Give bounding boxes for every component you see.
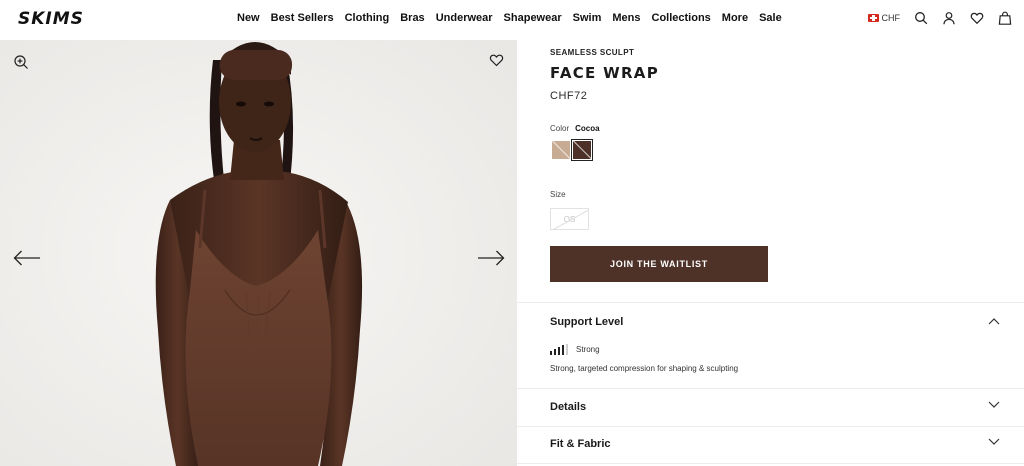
nav-item-new[interactable]: New bbox=[237, 12, 260, 24]
nav-item-clothing[interactable]: Clothing bbox=[345, 12, 390, 24]
join-waitlist-button[interactable]: JOIN THE WAITLIST bbox=[550, 246, 768, 282]
divider bbox=[517, 302, 1024, 303]
divider bbox=[517, 463, 1024, 464]
site-header: SKIMS New Best Sellers Clothing Bras Und… bbox=[0, 0, 1024, 40]
accordion-fit-fabric-title[interactable]: Fit & Fabric bbox=[550, 438, 611, 450]
search-icon[interactable] bbox=[914, 11, 928, 25]
currency-selector[interactable]: CHF bbox=[867, 13, 901, 23]
chevron-down-icon[interactable] bbox=[988, 438, 1000, 446]
product-info-panel: SEAMLESS SCULPT FACE WRAP CHF72 Color Co… bbox=[517, 40, 1024, 466]
main-nav: New Best Sellers Clothing Bras Underwear… bbox=[237, 12, 782, 24]
accordion-support-level-title[interactable]: Support Level bbox=[550, 316, 623, 328]
accordion-details-title[interactable]: Details bbox=[550, 401, 586, 413]
size-option-label: OS bbox=[563, 214, 576, 224]
zoom-in-icon[interactable] bbox=[13, 54, 29, 70]
currency-label: CHF bbox=[881, 13, 901, 23]
arrow-right-icon[interactable] bbox=[477, 250, 505, 266]
nav-item-shapewear[interactable]: Shapewear bbox=[504, 12, 562, 24]
product-image-gallery[interactable] bbox=[0, 40, 517, 466]
chevron-up-icon[interactable] bbox=[988, 317, 1000, 325]
shopping-bag-icon[interactable] bbox=[998, 11, 1012, 25]
nav-item-swim[interactable]: Swim bbox=[573, 12, 602, 24]
color-selector-label: Color Cocoa bbox=[550, 124, 600, 133]
favorite-heart-icon[interactable] bbox=[489, 53, 504, 67]
swiss-flag-icon bbox=[867, 14, 879, 22]
support-level-bars-icon bbox=[550, 344, 568, 355]
product-price: CHF72 bbox=[550, 90, 588, 102]
color-swatch-sand[interactable] bbox=[552, 141, 570, 159]
nav-item-sale[interactable]: Sale bbox=[759, 12, 782, 24]
nav-item-bras[interactable]: Bras bbox=[400, 12, 424, 24]
chevron-down-icon[interactable] bbox=[988, 401, 1000, 409]
product-photo bbox=[0, 40, 517, 466]
color-swatch-cocoa[interactable] bbox=[571, 139, 593, 161]
collection-name[interactable]: SEAMLESS SCULPT bbox=[550, 48, 634, 57]
support-level-description: Strong, targeted compression for shaping… bbox=[550, 364, 739, 373]
nav-item-collections[interactable]: Collections bbox=[652, 12, 711, 24]
nav-item-best-sellers[interactable]: Best Sellers bbox=[271, 12, 334, 24]
product-title: FACE WRAP bbox=[550, 64, 660, 82]
account-icon[interactable] bbox=[942, 11, 956, 25]
size-option-os[interactable]: OS bbox=[550, 208, 589, 230]
color-label: Color bbox=[550, 124, 570, 133]
size-label: Size bbox=[550, 190, 566, 199]
skims-logo[interactable]: SKIMS bbox=[18, 9, 84, 29]
nav-item-more[interactable]: More bbox=[722, 12, 748, 24]
support-level-value: Strong bbox=[576, 345, 600, 354]
wishlist-heart-icon[interactable] bbox=[970, 11, 984, 25]
header-actions: CHF bbox=[867, 11, 1013, 25]
arrow-left-icon[interactable] bbox=[13, 250, 41, 266]
divider bbox=[517, 426, 1024, 427]
nav-item-underwear[interactable]: Underwear bbox=[436, 12, 493, 24]
divider bbox=[517, 388, 1024, 389]
nav-item-mens[interactable]: Mens bbox=[612, 12, 640, 24]
selected-color-name: Cocoa bbox=[575, 124, 600, 133]
